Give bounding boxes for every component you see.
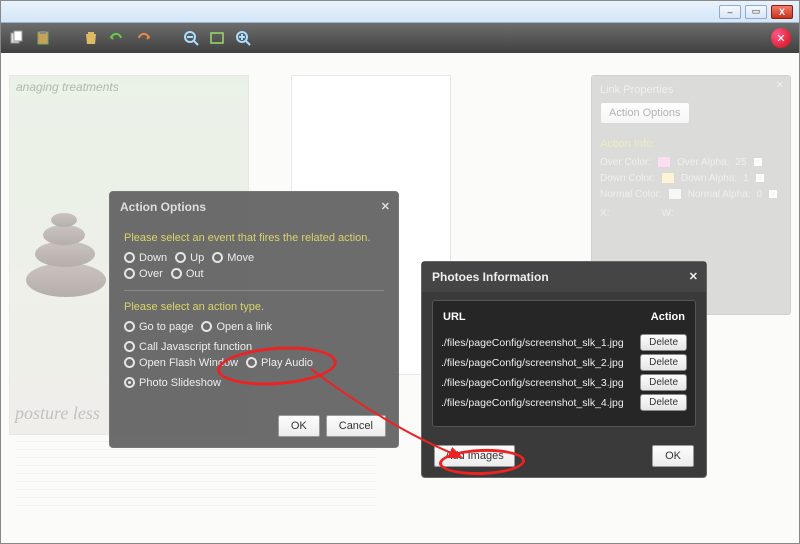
photo-row: ./files/pageConfig/screenshot_slk_2.jpg … — [441, 354, 687, 371]
radio-out[interactable]: Out — [171, 268, 204, 280]
page-caption: posture less — [15, 403, 100, 424]
radio-over[interactable]: Over — [124, 268, 163, 280]
photos-dialog-close-icon[interactable]: ✕ — [689, 270, 698, 283]
down-color-swatch[interactable] — [661, 172, 675, 184]
ok-button[interactable]: OK — [278, 415, 320, 437]
window-titlebar: – ▭ X — [1, 1, 799, 23]
down-alpha-reset[interactable]: × — [755, 173, 765, 183]
radio-slideshow[interactable]: Photo Slideshow — [124, 377, 221, 389]
zoom-in-icon[interactable] — [235, 30, 251, 46]
window-minimize-button[interactable]: – — [719, 5, 741, 19]
zoom-fit-icon[interactable] — [209, 30, 225, 46]
delete-button[interactable]: Delete — [640, 334, 687, 351]
panel-close-icon[interactable]: ✕ — [776, 80, 784, 91]
w-label: W: — [661, 208, 673, 219]
delete-button[interactable]: Delete — [640, 394, 687, 411]
dialog-title: Action Options — [120, 200, 206, 214]
over-alpha-label: Over Alpha: — [677, 157, 729, 168]
action-options-button[interactable]: Action Options — [600, 102, 690, 124]
photos-information-dialog: Photoes Information ✕ URL Action ./files… — [421, 261, 707, 478]
radio-up[interactable]: Up — [175, 252, 204, 264]
photo-row: ./files/pageConfig/screenshot_slk_3.jpg … — [441, 374, 687, 391]
photos-dialog-title: Photoes Information — [432, 270, 549, 284]
action-info-label: Action Info: — [600, 138, 782, 150]
dialog-close-icon[interactable]: ✕ — [381, 200, 390, 213]
undo-icon[interactable] — [109, 30, 125, 46]
action-type-prompt: Please select an action type. — [124, 301, 384, 313]
photo-url: ./files/pageConfig/screenshot_slk_2.jpg — [441, 357, 624, 369]
over-color-swatch[interactable] — [657, 156, 671, 168]
copy-icon[interactable] — [9, 30, 25, 46]
app-toolbar: ✕ — [1, 23, 799, 53]
photos-ok-button[interactable]: OK — [652, 445, 694, 467]
radio-js[interactable]: Call Javascript function — [124, 341, 252, 353]
zoom-out-icon[interactable] — [183, 30, 199, 46]
radio-move[interactable]: Move — [212, 252, 254, 264]
stones-image — [21, 183, 111, 293]
down-alpha-label: Down Alpha: — [681, 173, 737, 184]
over-alpha-reset[interactable]: × — [753, 157, 763, 167]
action-options-dialog: Action Options ✕ Please select an event … — [109, 191, 399, 448]
photos-list: URL Action ./files/pageConfig/screenshot… — [432, 300, 696, 427]
normal-alpha-reset[interactable]: × — [768, 189, 778, 199]
photo-url: ./files/pageConfig/screenshot_slk_4.jpg — [441, 397, 624, 409]
radio-down[interactable]: Down — [124, 252, 167, 264]
cancel-button[interactable]: Cancel — [326, 415, 386, 437]
radio-link[interactable]: Open a link — [201, 321, 272, 333]
photo-url: ./files/pageConfig/screenshot_slk_3.jpg — [441, 377, 624, 389]
x-label: X: — [600, 208, 609, 219]
delete-icon[interactable] — [83, 30, 99, 46]
window-close-button[interactable]: X — [771, 5, 793, 19]
radio-goto[interactable]: Go to page — [124, 321, 193, 333]
photo-row: ./files/pageConfig/screenshot_slk_1.jpg … — [441, 334, 687, 351]
window-maximize-button[interactable]: ▭ — [745, 5, 767, 19]
over-alpha-value: 25 — [735, 157, 746, 168]
delete-button[interactable]: Delete — [640, 354, 687, 371]
page-heading: anaging treatments — [16, 80, 119, 94]
photo-row: ./files/pageConfig/screenshot_slk_4.jpg … — [441, 394, 687, 411]
paste-icon[interactable] — [35, 30, 51, 46]
redo-icon[interactable] — [135, 30, 151, 46]
over-color-label: Over Color: — [600, 157, 651, 168]
event-prompt: Please select an event that fires the re… — [124, 232, 384, 244]
normal-alpha-value: 0 — [757, 189, 763, 200]
toolbar-close-icon[interactable]: ✕ — [771, 28, 791, 48]
photo-url: ./files/pageConfig/screenshot_slk_1.jpg — [441, 337, 624, 349]
col-action: Action — [651, 311, 685, 323]
down-color-label: Down Color: — [600, 173, 655, 184]
normal-alpha-label: Normal Alpha: — [688, 189, 751, 200]
normal-color-swatch[interactable] — [668, 188, 682, 200]
col-url: URL — [443, 311, 466, 323]
delete-button[interactable]: Delete — [640, 374, 687, 391]
normal-color-label: Normal Color: — [600, 189, 662, 200]
panel-title: Link Properties — [600, 84, 782, 96]
down-alpha-value: 1 — [743, 173, 749, 184]
